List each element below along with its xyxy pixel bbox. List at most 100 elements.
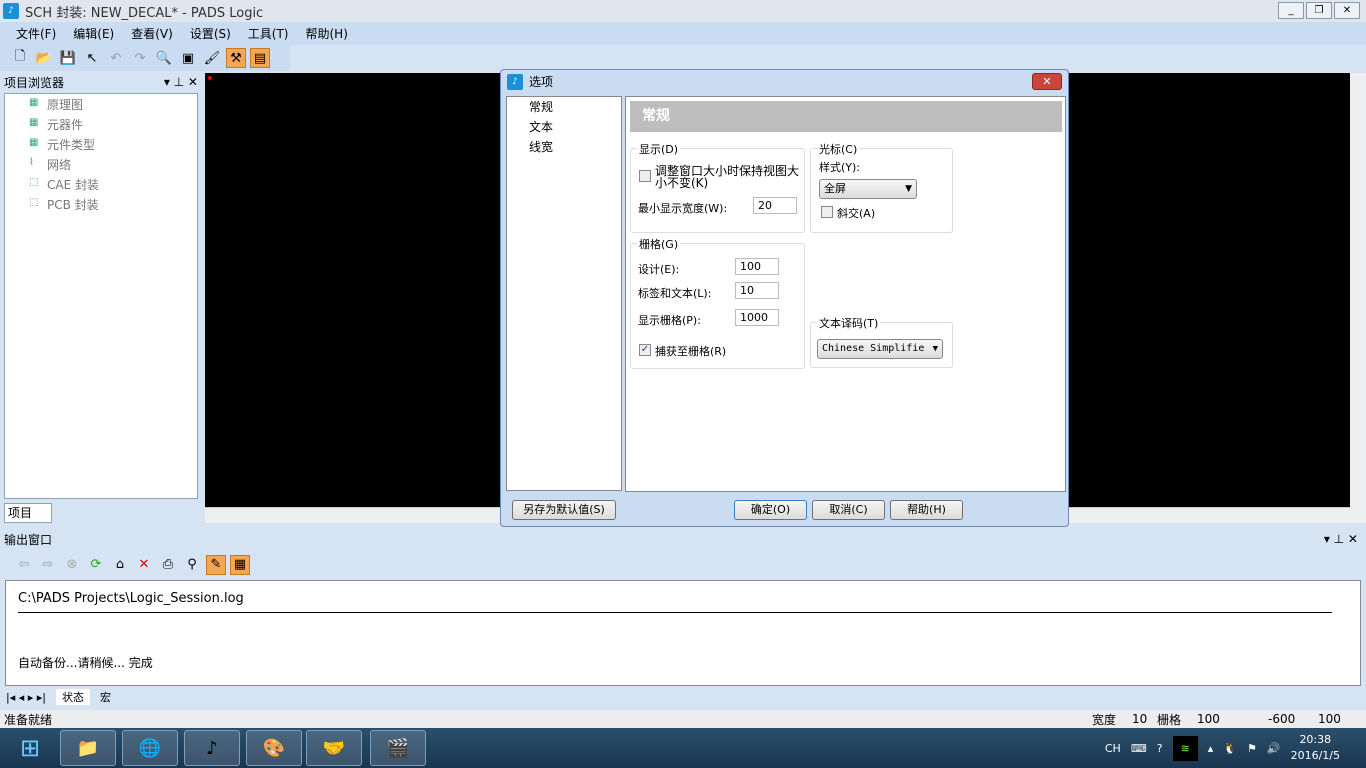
- taskbar: ⊞ 📁 🌐 ♪ 🎨 🤝 🎬 CH ⌨ ? ≋ ▴ 🐧 ⚑ 🔊 20:38 2016…: [0, 728, 1366, 768]
- main-toolbar: 🗋 📂 💾 ↖ ↶ ↷ 🔍 ▣ 🖌 ⚒ ▤: [0, 45, 290, 71]
- hammer-icon[interactable]: ⚒: [226, 48, 246, 68]
- menu-help[interactable]: 帮助(H): [306, 25, 348, 42]
- cancel-button[interactable]: 取消(C): [812, 500, 885, 520]
- display-grid-input[interactable]: 1000: [735, 309, 779, 326]
- grid-icon[interactable]: ▦: [230, 554, 250, 575]
- paint-app-icon[interactable]: 🎨: [246, 730, 302, 766]
- grid-value: 100: [1197, 712, 1220, 726]
- tree-item-schematic[interactable]: ▦ 原理图: [5, 94, 197, 114]
- properties-icon[interactable]: ▣: [178, 48, 198, 68]
- schematic-icon: ▦: [29, 97, 39, 108]
- save-icon[interactable]: 💾: [58, 48, 78, 68]
- tab-macro[interactable]: 宏: [100, 689, 111, 705]
- menu-edit[interactable]: 编辑(E): [73, 25, 114, 42]
- window-controls: _ ❐ ✕: [1278, 2, 1360, 19]
- pen-icon[interactable]: ✎: [206, 554, 226, 575]
- minimize-button[interactable]: _: [1278, 2, 1304, 19]
- open-icon[interactable]: 📂: [34, 48, 54, 68]
- net-icon: ⌇: [29, 157, 34, 168]
- video-icon[interactable]: 🎬: [370, 730, 426, 766]
- keyboard-icon[interactable]: ⌨: [1131, 742, 1147, 755]
- tree-item-pcb-decals[interactable]: ⬚ PCB 封装: [5, 194, 197, 214]
- wifi-icon[interactable]: ≋: [1172, 735, 1198, 761]
- tab-status[interactable]: 状态: [56, 689, 90, 705]
- pads-icon[interactable]: ♪: [184, 730, 240, 766]
- part-icon: ▦: [29, 117, 39, 128]
- encoding-group: 文本译码(T) Chinese Simplifie ▼: [810, 315, 953, 368]
- origin-marker: [208, 76, 212, 80]
- home-icon[interactable]: ⌂: [110, 555, 130, 575]
- vertical-scrollbar[interactable]: [1350, 73, 1366, 523]
- maximize-button[interactable]: ❐: [1306, 2, 1332, 19]
- handshake-icon[interactable]: 🤝: [306, 730, 362, 766]
- browser-icon[interactable]: 🌐: [122, 730, 178, 766]
- window-icon[interactable]: ▤: [250, 48, 270, 68]
- settings-panel: 常规 显示(D) 调整窗口大小时保持视图大小不变(K) 最小显示宽度(W): 2…: [625, 96, 1066, 492]
- tree-item-part-types[interactable]: ▦ 元件类型: [5, 134, 197, 154]
- project-browser: 项目浏览器 ▾ ⊥ ✕ ▦ 原理图 ▦ 元器件 ▦ 元件类型 ⌇ 网络 ⬚ CAE 封装 ⬚…: [0, 73, 204, 525]
- log-line: 自动备份...请稍候... 完成: [18, 656, 153, 670]
- menu-bar: 文件(F) 编辑(E) 查看(V) 设置(S) 工具(T) 帮助(H): [0, 22, 1366, 45]
- select-icon[interactable]: ↖: [82, 48, 102, 68]
- tree-item-parts[interactable]: ▦ 元器件: [5, 114, 197, 134]
- back-icon[interactable]: ⇦: [14, 555, 34, 575]
- tab-project[interactable]: 项目: [4, 503, 52, 523]
- options-dialog: ♪ 选项 ✕ 常规 文本 线宽 常规 显示(D) 调整窗口大小时保持视图大小不变(…: [500, 69, 1069, 527]
- help-button[interactable]: 帮助(H): [890, 500, 963, 520]
- dialog-title: 选项: [529, 75, 554, 89]
- zoom-icon[interactable]: 🔍: [154, 48, 174, 68]
- dialog-close-button[interactable]: ✕: [1032, 73, 1062, 90]
- stop-icon[interactable]: ⊗: [62, 555, 82, 575]
- delete-icon[interactable]: ✕: [134, 555, 154, 575]
- new-icon[interactable]: 🗋: [10, 48, 30, 68]
- paint-icon[interactable]: 🖌: [202, 48, 222, 68]
- keep-view-checkbox[interactable]: [639, 170, 651, 182]
- diagonal-checkbox[interactable]: [821, 206, 833, 218]
- cursor-group: 光标(C) 样式(Y): 全屏 ▼ 斜交(A): [810, 141, 953, 233]
- tab-nav-icons[interactable]: |◂ ◂ ▸ ▸|: [6, 691, 46, 704]
- show-hidden-icon[interactable]: ▴: [1208, 742, 1214, 755]
- tree-item-cae-decals[interactable]: ⬚ CAE 封装: [5, 174, 197, 194]
- category-general[interactable]: 常规: [507, 97, 621, 117]
- close-button[interactable]: ✕: [1334, 2, 1360, 19]
- explorer-icon[interactable]: 📁: [60, 730, 116, 766]
- snap-to-grid-checkbox[interactable]: ✓: [639, 344, 651, 356]
- volume-icon[interactable]: 🔊: [1267, 742, 1281, 755]
- window-title: SCH 封装: NEW_DECAL* - PADS Logic: [25, 5, 264, 21]
- flag-icon[interactable]: ⚑: [1247, 742, 1257, 755]
- print-icon[interactable]: ⎙: [158, 555, 178, 575]
- output-log: C:\PADS Projects\Logic_Session.log 自动备份.…: [5, 580, 1361, 686]
- log-path: C:\PADS Projects\Logic_Session.log: [18, 591, 244, 606]
- panel-controls[interactable]: ▾ ⊥ ✕: [164, 75, 198, 89]
- menu-setup[interactable]: 设置(S): [190, 25, 231, 42]
- output-controls[interactable]: ▾ ⊥ ✕: [1324, 532, 1358, 546]
- menu-tools[interactable]: 工具(T): [248, 25, 289, 42]
- help-icon[interactable]: ?: [1157, 742, 1163, 755]
- refresh-icon[interactable]: ⟳: [86, 555, 106, 575]
- forward-icon[interactable]: ⇨: [38, 555, 58, 575]
- output-title: 输出窗口: [4, 532, 53, 547]
- language-indicator[interactable]: CH: [1105, 742, 1121, 755]
- category-line-width[interactable]: 线宽: [507, 137, 621, 157]
- menu-file[interactable]: 文件(F): [16, 25, 56, 42]
- project-browser-title: 项目浏览器: [4, 75, 65, 90]
- tree-item-nets[interactable]: ⌇ 网络: [5, 154, 197, 174]
- output-window-header: 输出窗口 ▾ ⊥ ✕: [0, 530, 1366, 548]
- cursor-style-select[interactable]: 全屏 ▼: [819, 179, 917, 199]
- qq-icon[interactable]: 🐧: [1223, 742, 1237, 755]
- redo-icon[interactable]: ↷: [130, 48, 150, 68]
- start-button[interactable]: ⊞: [2, 730, 58, 766]
- find-icon[interactable]: ⚲: [182, 555, 202, 575]
- clock[interactable]: 20:38 2016/1/5: [1291, 732, 1340, 764]
- design-grid-input[interactable]: 100: [735, 258, 779, 275]
- save-default-button[interactable]: 另存为默认值(S): [512, 500, 616, 520]
- y-coordinate: 100: [1318, 712, 1341, 726]
- cae-decal-icon: ⬚: [29, 177, 39, 188]
- ok-button[interactable]: 确定(O): [734, 500, 807, 520]
- undo-icon[interactable]: ↶: [106, 48, 126, 68]
- min-width-input[interactable]: 20: [753, 197, 797, 214]
- category-text[interactable]: 文本: [507, 117, 621, 137]
- label-text-grid-input[interactable]: 10: [735, 282, 779, 299]
- encoding-select[interactable]: Chinese Simplifie ▼: [817, 339, 943, 359]
- menu-view[interactable]: 查看(V): [131, 25, 173, 42]
